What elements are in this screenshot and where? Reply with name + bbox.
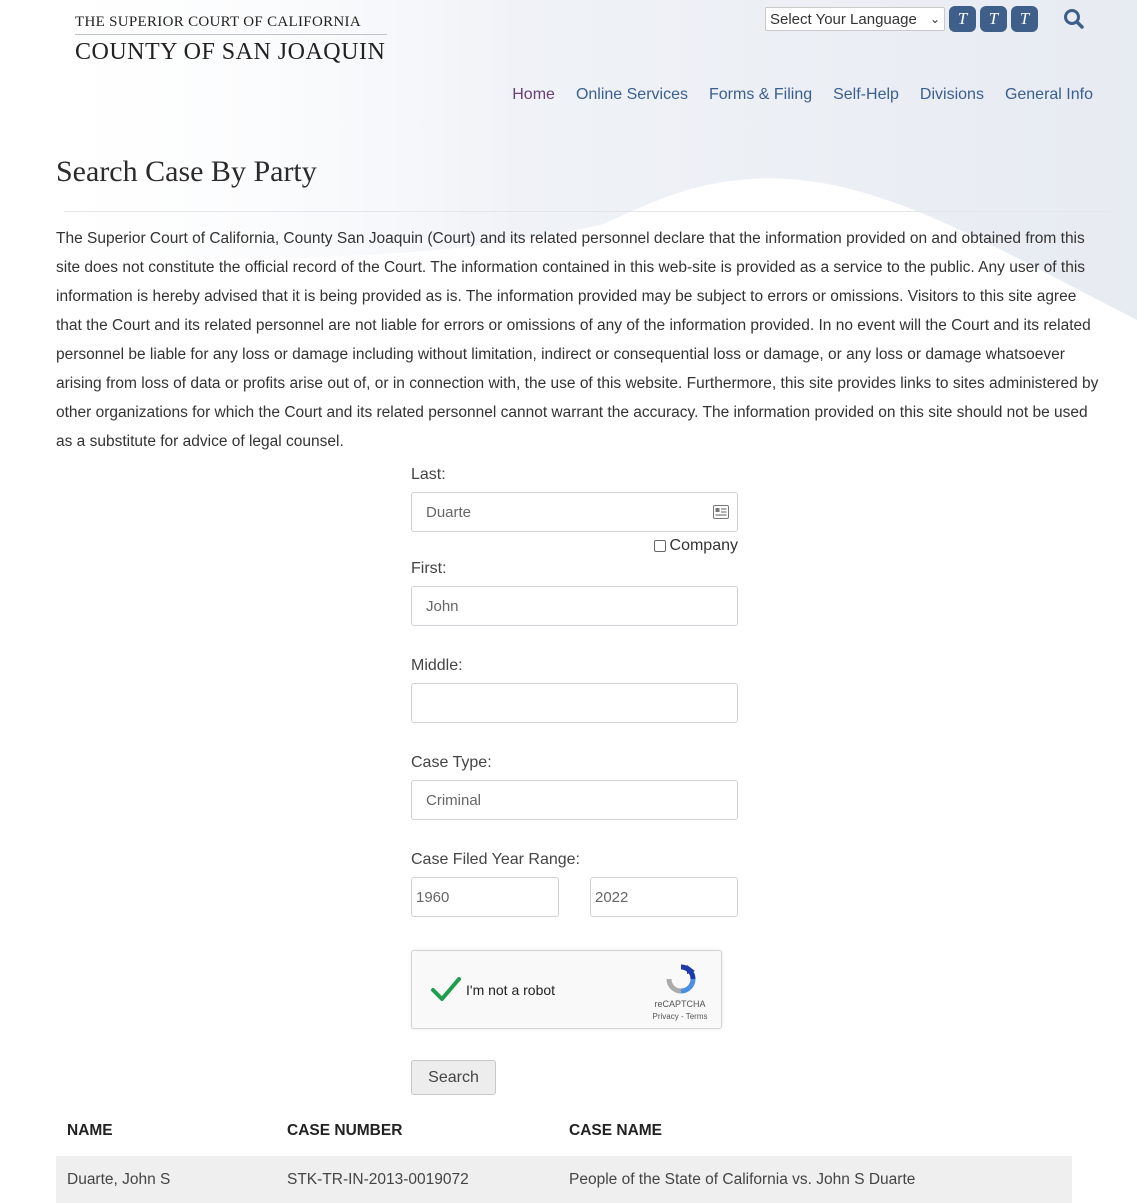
nav-divisions[interactable]: Divisions	[920, 86, 984, 104]
nav-general-info[interactable]: General Info	[1005, 86, 1093, 104]
recaptcha-brand: reCAPTCHA	[654, 999, 706, 1009]
case-type-value: Criminal	[426, 791, 482, 809]
cell-case-number[interactable]: STK-TR-IN-2013-0019072	[276, 1171, 558, 1189]
company-label: Company	[669, 537, 738, 554]
recaptcha-label: I'm not a robot	[466, 982, 556, 998]
search-icon[interactable]	[1062, 7, 1086, 31]
table-row[interactable]: Duarte, John S STK-TR-IN-2013-0019072 Pe…	[56, 1156, 1072, 1203]
last-name-value: Duarte	[426, 503, 472, 521]
middle-name-input[interactable]	[411, 683, 738, 723]
header-toolbar: Select Your Language ⌄ T T T	[765, 6, 1086, 32]
search-button[interactable]: Search	[411, 1060, 496, 1095]
recaptcha-logo-icon	[666, 964, 696, 994]
page: THE SUPERIOR COURT OF CALIFORNIA COUNTY …	[0, 0, 1137, 1203]
contact-card-icon	[713, 505, 729, 519]
search-form: Last: Duarte Company First: John Middle:…	[411, 466, 738, 917]
company-checkbox[interactable]	[653, 540, 666, 552]
last-name-input[interactable]: Duarte	[411, 492, 738, 532]
first-name-label: First:	[411, 560, 447, 577]
last-name-label: Last:	[411, 466, 446, 483]
brand-line-1: THE SUPERIOR COURT OF CALIFORNIA	[75, 14, 387, 35]
header-name[interactable]: NAME	[56, 1122, 276, 1140]
recaptcha-widget[interactable]: I'm not a robot reCAPTCHA Privacy - Term…	[411, 950, 722, 1029]
header-case-name[interactable]: CASE NAME	[558, 1122, 1072, 1140]
cell-case-name: People of the State of California vs. Jo…	[569, 1171, 916, 1188]
company-option: Company	[411, 532, 738, 560]
year-from-value: 1960	[416, 888, 450, 906]
recaptcha-privacy-terms[interactable]: Privacy - Terms	[648, 1012, 712, 1021]
nav-home[interactable]: Home	[512, 86, 555, 104]
checkmark-icon	[431, 977, 461, 1001]
chevron-down-icon: ⌄	[929, 12, 940, 26]
table-header: NAME CASE NUMBER CASE NAME	[56, 1110, 1072, 1152]
year-to-input[interactable]: 2022	[590, 877, 738, 917]
text-size-medium-button[interactable]: T	[980, 6, 1007, 32]
court-logo[interactable]: THE SUPERIOR COURT OF CALIFORNIA COUNTY …	[75, 14, 387, 66]
year-range-label: Case Filed Year Range:	[411, 851, 580, 868]
year-to-value: 2022	[595, 888, 629, 906]
brand-line-2: COUNTY OF SAN JOAQUIN	[75, 39, 386, 65]
middle-name-label: Middle:	[411, 657, 463, 674]
language-select[interactable]: Select Your Language ⌄	[765, 7, 945, 31]
text-size-small-button[interactable]: T	[949, 6, 976, 32]
case-type-select[interactable]: Criminal	[411, 780, 738, 820]
text-size-large-button[interactable]: T	[1011, 6, 1038, 32]
nav-online-services[interactable]: Online Services	[576, 86, 688, 104]
case-type-label: Case Type:	[411, 754, 492, 771]
results-table: NAME CASE NUMBER CASE NAME Duarte, John …	[56, 1110, 1072, 1203]
header-case-number[interactable]: CASE NUMBER	[276, 1122, 558, 1140]
first-name-input[interactable]: John	[411, 586, 738, 626]
main-nav: Home Online Services Forms & Filing Self…	[491, 86, 1093, 104]
year-range: 1960 2022	[411, 877, 738, 917]
page-title: Search Case By Party	[56, 155, 317, 188]
cell-name: Duarte, John S	[67, 1171, 171, 1188]
nav-self-help[interactable]: Self-Help	[833, 86, 899, 104]
language-select-label: Select Your Language	[770, 10, 917, 28]
nav-forms-filing[interactable]: Forms & Filing	[709, 86, 812, 104]
disclaimer-text: The Superior Court of California, County…	[56, 230, 1099, 450]
first-name-value: John	[426, 597, 459, 615]
year-from-input[interactable]: 1960	[411, 877, 559, 917]
title-divider	[64, 211, 1110, 212]
